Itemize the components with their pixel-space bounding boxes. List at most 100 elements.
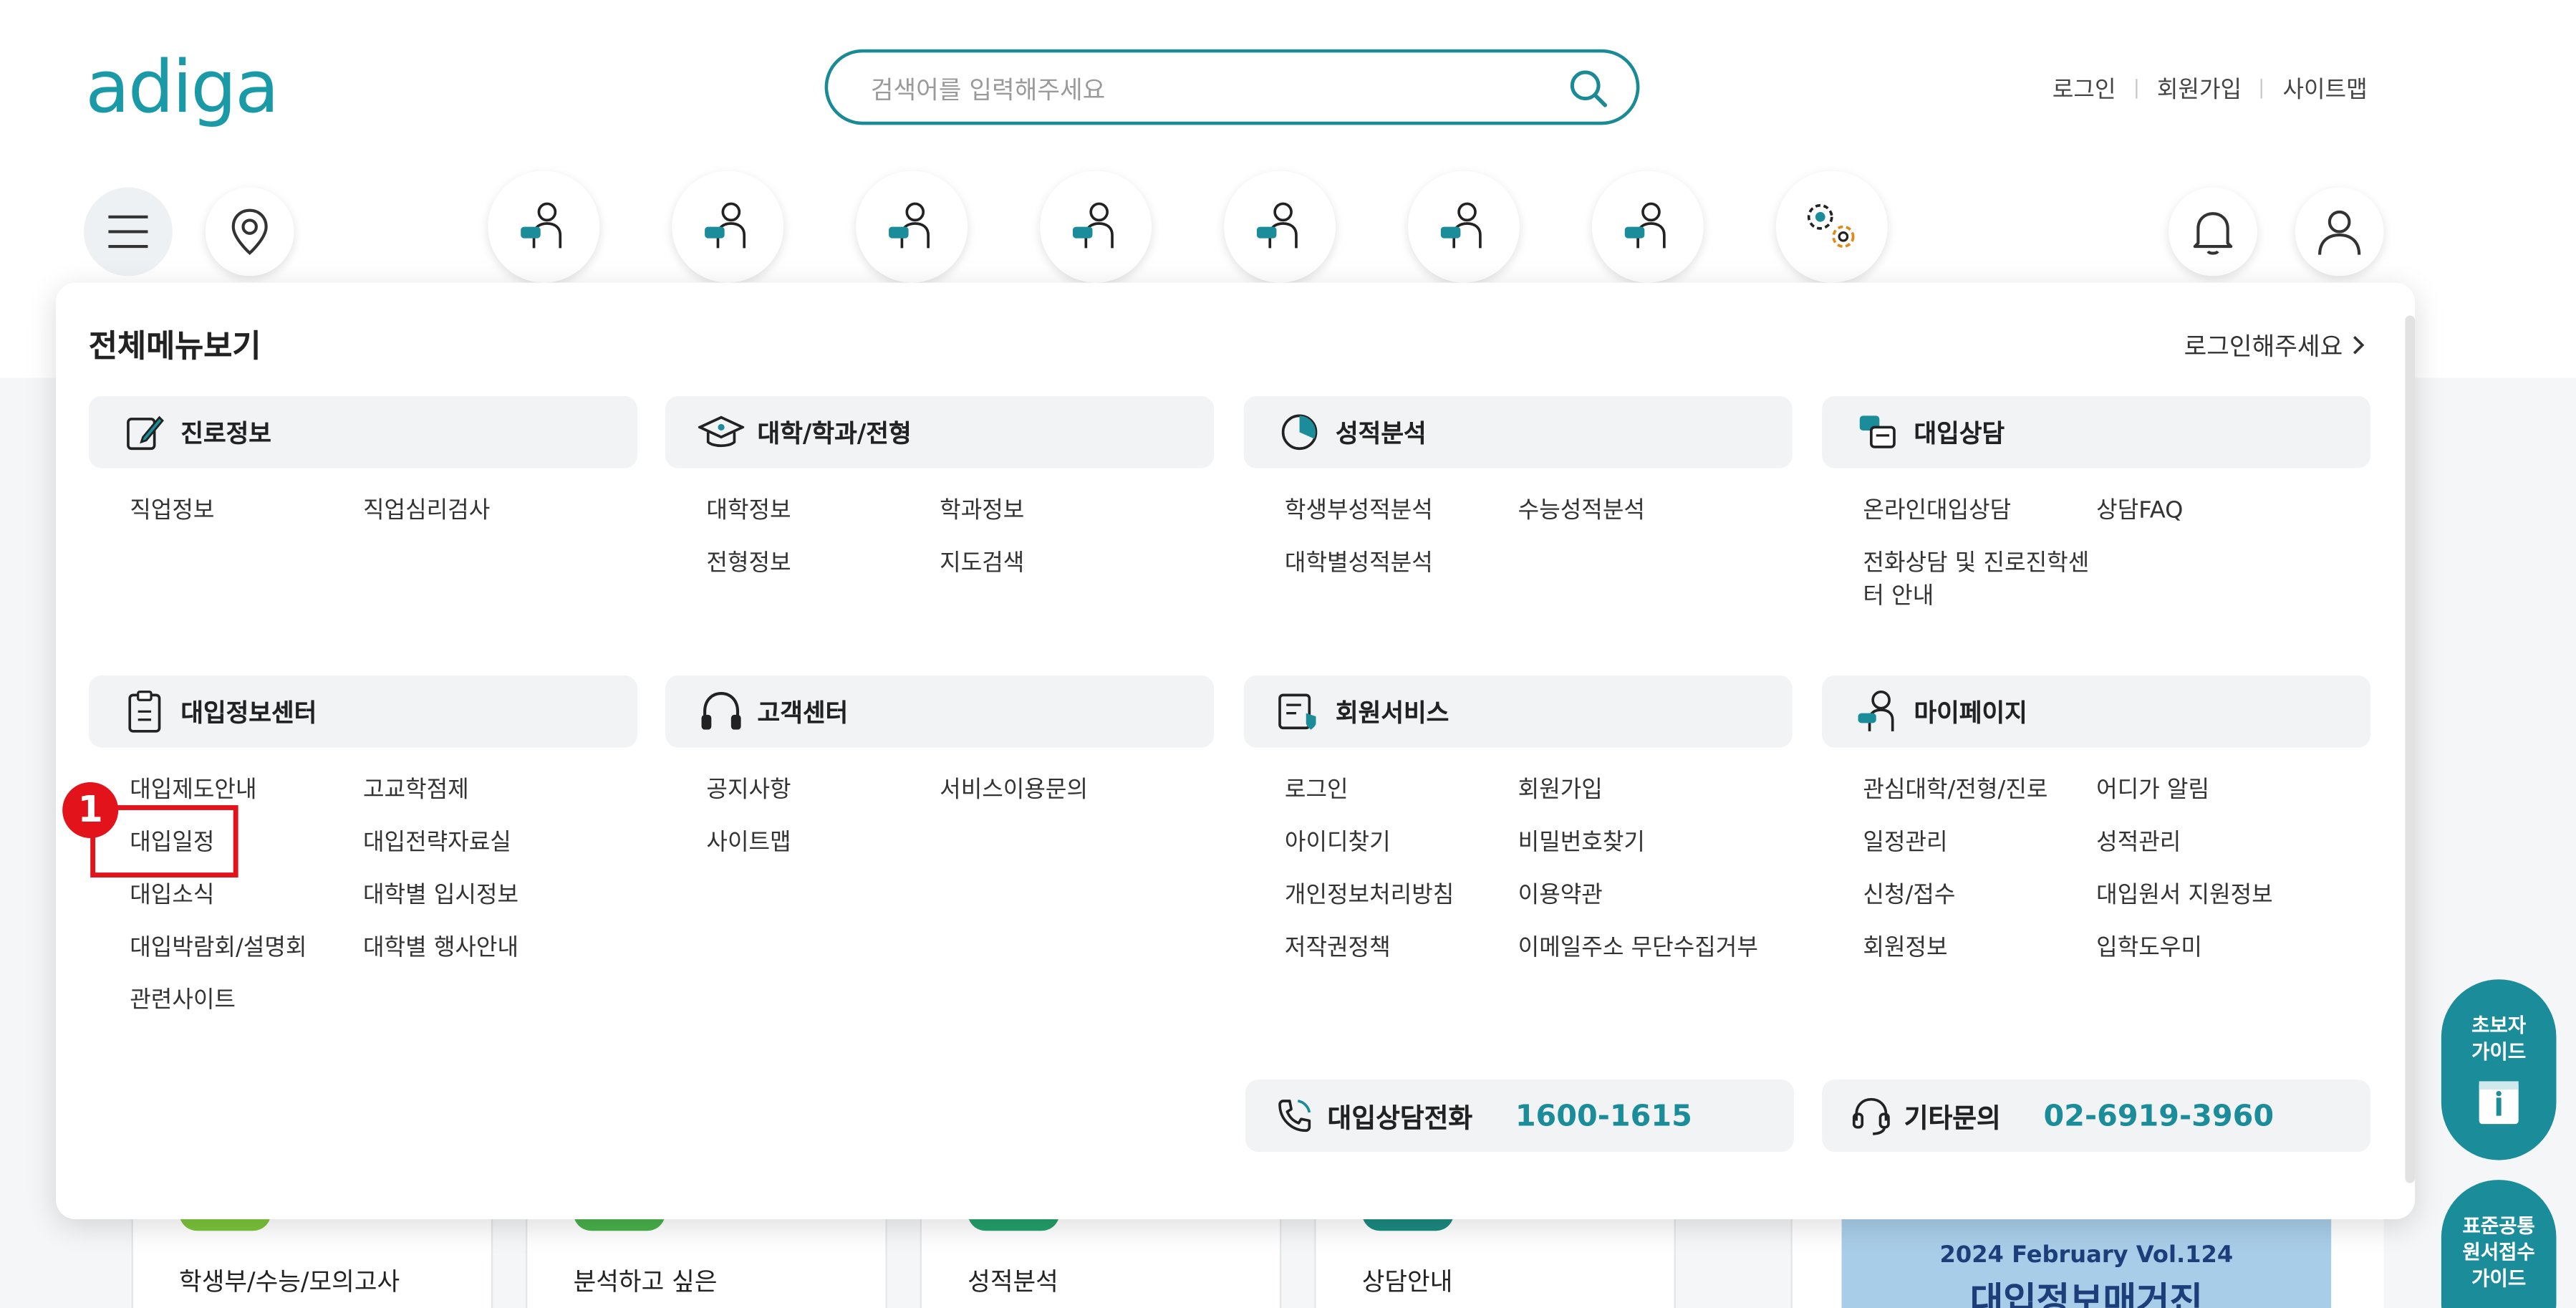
notification-button[interactable] — [2169, 187, 2257, 276]
site-logo[interactable]: adiga — [85, 46, 279, 131]
menu-item[interactable]: 대입제도안내 — [130, 774, 256, 807]
search-icon[interactable] — [1567, 67, 1610, 117]
menu-item[interactable]: 지도검색 — [940, 547, 1024, 580]
menu-item[interactable]: 일정관리 — [1863, 827, 1947, 860]
search-box — [824, 49, 1640, 125]
menu-item[interactable]: 저작권정책 — [1285, 932, 1391, 965]
bell-icon — [2193, 212, 2233, 255]
full-menu-panel: 전체메뉴보기 로그인해주세요 진로정보 대학/학과/전형 성적분석 대입상담 직… — [55, 282, 2416, 1220]
menu-item[interactable]: 입학도우미 — [2096, 932, 2202, 965]
section-admission-center[interactable]: 대입정보센터 — [88, 675, 638, 748]
nav-icon-4[interactable] — [1040, 170, 1152, 283]
menu-item[interactable]: 비밀번호찾기 — [1518, 827, 1645, 860]
divider — [2136, 79, 2138, 99]
login-prompt-link[interactable]: 로그인해주세요 — [2184, 329, 2366, 363]
menu-item[interactable]: 대학정보 — [706, 494, 791, 527]
menu-item[interactable]: 회원가입 — [1518, 774, 1603, 807]
section-counseling[interactable]: 대입상담 — [1822, 395, 2371, 468]
user-icon — [2318, 210, 2361, 255]
magazine-title: 대입정보매거진 — [1969, 1281, 2203, 1308]
menu-item[interactable]: 대학별 행사안내 — [363, 932, 518, 965]
menu-item[interactable]: 대학별성적분석 — [1285, 547, 1433, 580]
menu-item[interactable]: 대입소식 — [130, 879, 214, 912]
menu-item[interactable]: 신청/접수 — [1863, 879, 1955, 912]
menu-button[interactable] — [83, 187, 173, 276]
menu-item[interactable]: 온라인대입상담 — [1863, 494, 2011, 527]
menu-item[interactable]: 로그인 — [1285, 774, 1349, 807]
standard-application-guide-button[interactable]: 표준공통 원서접수 가이드 — [2441, 1180, 2557, 1308]
guide-book-icon — [2441, 1074, 2557, 1134]
menu-item[interactable]: 관련사이트 — [130, 984, 236, 1017]
menu-item[interactable]: 개인정보처리방침 — [1285, 879, 1454, 912]
nav-icon-7[interactable] — [1591, 170, 1704, 283]
menu-item[interactable]: 공지사항 — [706, 774, 791, 807]
side-btn-line: 표준공통 — [2462, 1214, 2535, 1238]
section-customer-center[interactable]: 고객센터 — [665, 675, 1215, 748]
sitemap-link[interactable]: 사이트맵 — [2282, 72, 2367, 105]
card-text: 상담안내 — [1361, 1266, 1453, 1297]
counselor-icon — [1440, 202, 1482, 249]
menu-item[interactable]: 성적관리 — [2096, 827, 2181, 860]
divider — [2261, 79, 2263, 99]
menu-item[interactable]: 전형정보 — [706, 547, 791, 580]
edit-note-icon — [122, 409, 168, 455]
section-university[interactable]: 대학/학과/전형 — [665, 395, 1215, 468]
step-badge: 1 — [62, 782, 119, 838]
other-inquiry[interactable]: 기타문의 02-6919-3960 — [1822, 1079, 2371, 1153]
menu-item[interactable]: 대입박람회/설명회 — [130, 932, 307, 965]
signup-link[interactable]: 회원가입 — [2157, 72, 2242, 105]
counselor-icon — [1072, 202, 1114, 249]
menu-item[interactable]: 직업심리검사 — [363, 494, 490, 527]
menu-item[interactable]: 대입원서 지원정보 — [2096, 879, 2273, 912]
search-input[interactable] — [867, 67, 1564, 114]
gears-icon — [1807, 203, 1855, 248]
nav-icon-3[interactable] — [856, 170, 968, 283]
scrollbar[interactable] — [2405, 315, 2416, 1183]
menu-item[interactable]: 이메일주소 무단수집거부 — [1518, 932, 1758, 965]
magazine-issue: 2024 February Vol.124 — [1939, 1242, 2234, 1269]
beginner-guide-button[interactable]: 초보자 가이드 — [2441, 979, 2557, 1160]
nav-settings[interactable] — [1775, 170, 1888, 283]
nav-icon-1[interactable] — [488, 170, 600, 283]
mypage-user-icon — [1855, 688, 1901, 734]
menu-item[interactable]: 대입전략자료실 — [363, 827, 511, 860]
menu-item[interactable]: 어디가 알림 — [2096, 774, 2209, 807]
login-link[interactable]: 로그인 — [2052, 72, 2116, 105]
menu-item[interactable]: 대학별 입시정보 — [363, 879, 518, 912]
menu-item[interactable]: 회원정보 — [1863, 932, 1947, 965]
chat-icon — [1855, 409, 1901, 455]
nav-icon-5[interactable] — [1224, 170, 1336, 283]
menu-item[interactable]: 직업정보 — [130, 494, 214, 527]
counselor-icon — [521, 202, 562, 249]
menu-item[interactable]: 전화상담 및 진로진학센터 안내 — [1863, 547, 2093, 613]
card-text: 성적분석 — [968, 1266, 1058, 1297]
location-button[interactable] — [205, 187, 294, 276]
menu-item[interactable]: 이용약관 — [1518, 879, 1603, 912]
menu-item[interactable]: 아이디찾기 — [1285, 827, 1391, 860]
side-btn-line: 초보자 — [2471, 1014, 2527, 1037]
section-career[interactable]: 진로정보 — [88, 395, 638, 468]
section-grade-analysis[interactable]: 성적분석 — [1243, 395, 1793, 468]
menu-item[interactable]: 고교학점제 — [363, 774, 469, 807]
menu-item[interactable]: 상담FAQ — [2096, 494, 2183, 527]
menu-item[interactable]: 관심대학/전형/진로 — [1863, 774, 2047, 807]
account-button[interactable] — [2295, 187, 2384, 276]
menu-item[interactable]: 사이트맵 — [706, 827, 791, 860]
menu-item[interactable]: 학과정보 — [940, 494, 1024, 527]
nav-icon-2[interactable] — [672, 170, 784, 283]
section-member-service[interactable]: 회원서비스 — [1243, 675, 1793, 748]
counselor-icon — [1624, 202, 1666, 249]
side-btn-line: 가이드 — [2471, 1040, 2527, 1064]
admission-phone[interactable]: 대입상담전화 1600-1615 — [1245, 1079, 1795, 1153]
top-links: 로그인 회원가입 사이트맵 — [2052, 72, 2368, 105]
counselor-icon — [889, 202, 930, 249]
headset-icon — [1851, 1095, 1891, 1138]
menu-item[interactable]: 서비스이용문의 — [940, 774, 1088, 807]
nav-icon-6[interactable] — [1407, 170, 1520, 283]
section-mypage[interactable]: 마이페이지 — [1822, 675, 2371, 748]
side-btn-line: 가이드 — [2471, 1266, 2527, 1290]
phone-icon — [1275, 1096, 1314, 1135]
login-prompt-label: 로그인해주세요 — [2184, 332, 2343, 362]
menu-item[interactable]: 수능성적분석 — [1518, 494, 1645, 527]
menu-item[interactable]: 학생부성적분석 — [1285, 494, 1433, 527]
